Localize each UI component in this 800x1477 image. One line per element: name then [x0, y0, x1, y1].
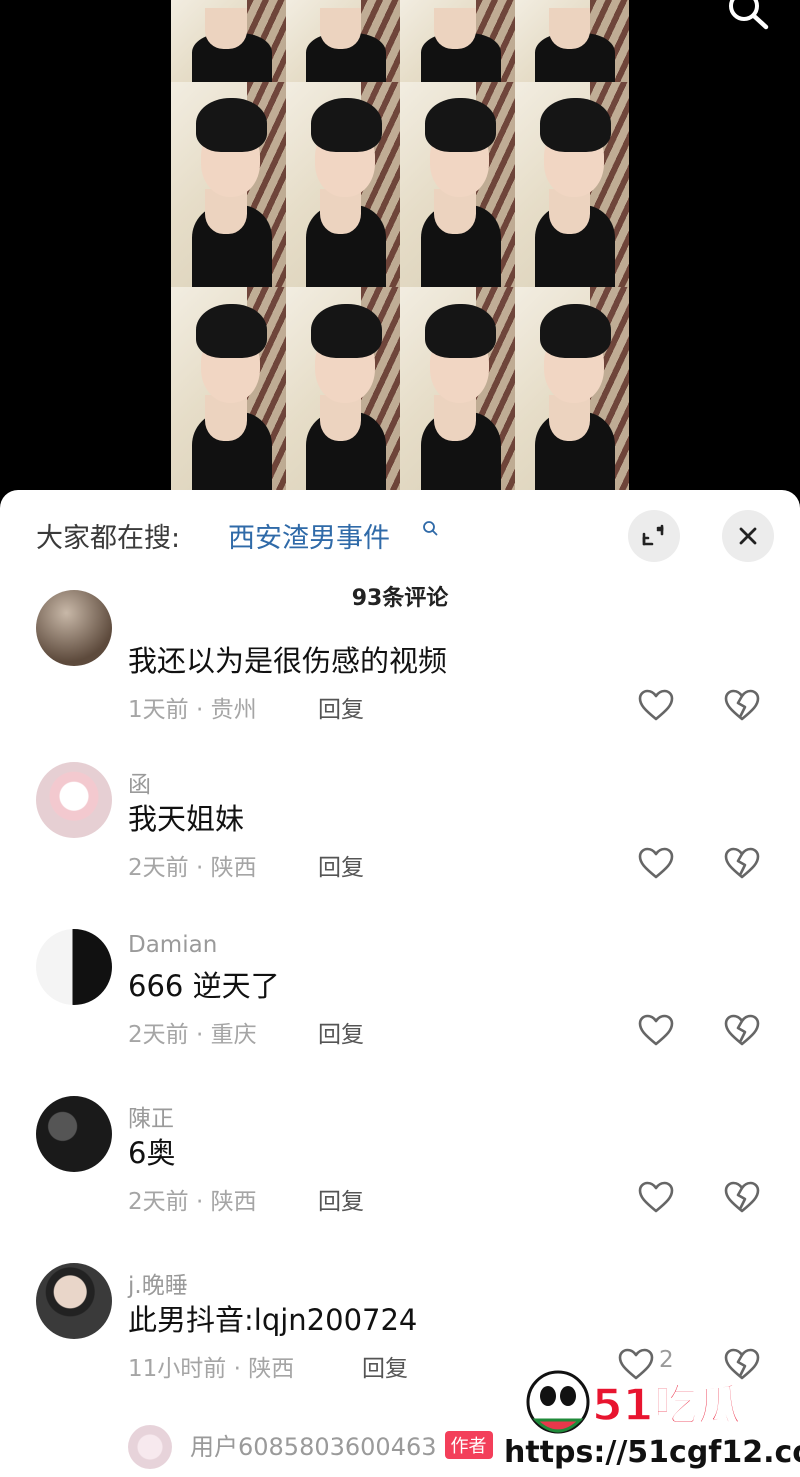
- broken-heart-icon[interactable]: [723, 1180, 761, 1214]
- photo-tile: [514, 82, 629, 287]
- comment-text: 666 逆天了: [128, 969, 280, 1003]
- comment-item: Damian 666 逆天了 2天前 · 重庆 回复: [0, 929, 800, 1079]
- watermark-badge: 全网首发: [748, 1381, 792, 1395]
- video-player[interactable]: [0, 0, 800, 495]
- comment-username[interactable]: 函: [128, 765, 151, 799]
- comment-text: 我天姐妹: [128, 802, 245, 836]
- comment-item: 陳正 6奥 2天前 · 陕西 回复: [0, 1096, 800, 1246]
- heart-icon[interactable]: [637, 1180, 675, 1214]
- heart-icon[interactable]: [637, 846, 675, 880]
- photo-tile: [514, 287, 629, 495]
- photo-tile: [285, 0, 400, 82]
- comment-meta: 1天前 · 贵州: [128, 697, 257, 723]
- avatar[interactable]: [36, 1263, 112, 1339]
- comment-meta: 11小时前 · 陕西: [128, 1356, 295, 1382]
- photo-tile: [171, 287, 286, 495]
- comment-username[interactable]: Damian: [128, 932, 217, 958]
- avatar[interactable]: [128, 1425, 172, 1469]
- heart-icon[interactable]: [637, 1013, 675, 1047]
- watermark-logo: 51吃瓜 全网首发 https://51cgf12.com: [503, 1370, 800, 1471]
- username-text: 用户6085803600463: [190, 1433, 437, 1461]
- reply-button[interactable]: 回复: [318, 690, 364, 724]
- comment-meta: 2天前 · 重庆: [128, 1022, 257, 1048]
- close-button[interactable]: [722, 510, 774, 562]
- broken-heart-icon[interactable]: [723, 846, 761, 880]
- photo-tile: [285, 82, 400, 287]
- reply-button[interactable]: 回复: [318, 1182, 364, 1216]
- photo-tile: [400, 82, 515, 287]
- avatar[interactable]: [36, 929, 112, 1005]
- comment-username[interactable]: j.晚睡: [128, 1266, 188, 1300]
- comment-sheet: 大家都在搜: 西安渣男事件 93条评论 我还以为是很伤感的视频 1天前 · 贵州…: [0, 490, 800, 1477]
- photo-tile: [514, 0, 629, 82]
- reply-button[interactable]: 回复: [362, 1349, 408, 1383]
- comment-username[interactable]: 用户6085803600463 作者: [190, 1427, 493, 1462]
- photo-tile: [285, 287, 400, 495]
- avatar[interactable]: [36, 1096, 112, 1172]
- author-badge: 作者: [444, 1431, 493, 1459]
- photo-tile: [400, 0, 515, 82]
- reply-button[interactable]: 回复: [318, 848, 364, 882]
- expand-icon: [642, 524, 664, 546]
- broken-heart-icon[interactable]: [723, 1013, 761, 1047]
- watermark-url: https://51cgf12.com: [504, 1435, 800, 1470]
- photo-tile: [171, 82, 286, 287]
- comment-item: 函 我天姐妹 2天前 · 陕西 回复: [0, 762, 800, 912]
- photo-tile: [171, 0, 286, 82]
- close-icon: [739, 527, 757, 545]
- search-icon[interactable]: [422, 520, 438, 536]
- hot-search-label: 大家都在搜:: [36, 523, 181, 554]
- comment-count: 93条评论: [351, 586, 449, 611]
- comment-text: 此男抖音:lqjn200724: [128, 1303, 418, 1337]
- avatar[interactable]: [36, 590, 112, 666]
- comment-text: 6奥: [128, 1136, 176, 1170]
- search-icon[interactable]: [724, 0, 772, 34]
- avatar[interactable]: [36, 762, 112, 838]
- watermark-brand: 51吃瓜: [592, 1380, 741, 1431]
- video-frame-collage: [171, 0, 629, 495]
- comment-username[interactable]: 陳正: [128, 1099, 174, 1133]
- heart-icon[interactable]: [637, 688, 675, 722]
- comment-text: 我还以为是很伤感的视频: [128, 644, 448, 678]
- broken-heart-icon[interactable]: [723, 688, 761, 722]
- reply-button[interactable]: 回复: [318, 1015, 364, 1049]
- comment-meta: 2天前 · 陕西: [128, 1189, 257, 1215]
- comment-meta: 2天前 · 陕西: [128, 855, 257, 881]
- hot-search-link[interactable]: 西安渣男事件: [228, 516, 390, 555]
- expand-button[interactable]: [628, 510, 680, 562]
- photo-tile: [400, 287, 515, 495]
- comment-item: 我还以为是很伤感的视频 1天前 · 贵州 回复: [0, 590, 800, 730]
